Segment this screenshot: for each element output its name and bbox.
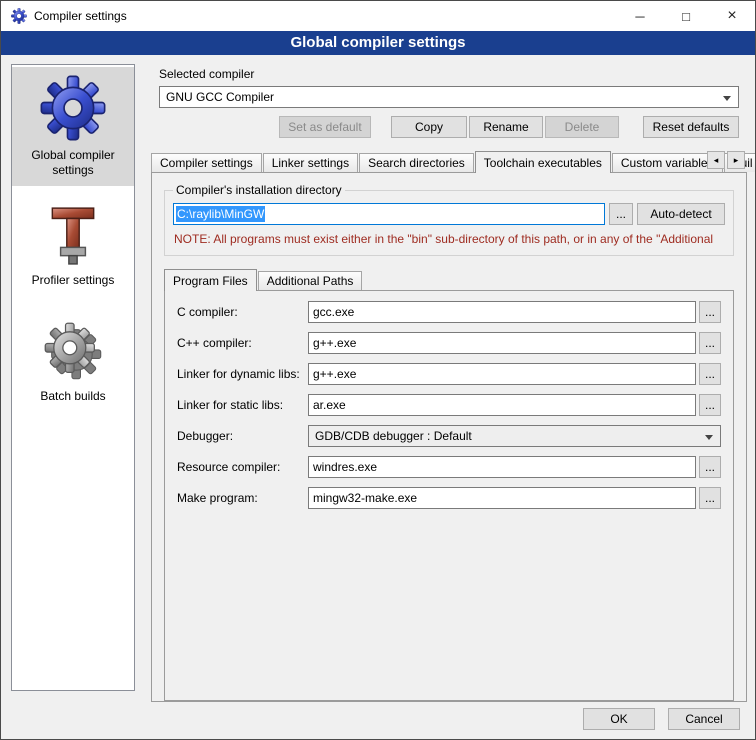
installation-directory-row: C:\raylib\MinGW ... Auto-detect — [173, 203, 725, 225]
toolchain-executables-panel: Compiler's installation directory C:\ray… — [151, 172, 747, 702]
reset-defaults-button[interactable]: Reset defaults — [643, 116, 739, 138]
scroll-left-icon[interactable]: ◂ — [707, 151, 725, 169]
install-dir-browse-button[interactable]: ... — [609, 203, 633, 225]
minimize-icon[interactable]: ─ — [617, 1, 663, 31]
cpp-compiler-browse-button[interactable]: ... — [699, 332, 721, 354]
debugger-value: GDB/CDB debugger : Default — [315, 429, 472, 443]
tab-program-files[interactable]: Program Files — [164, 269, 257, 291]
sidebar-item-label: Global compiler settings — [14, 148, 132, 178]
cpp-compiler-row: C++ compiler: ... — [177, 332, 721, 354]
main-content: Selected compiler GNU GCC Compiler Set a… — [151, 55, 747, 702]
clamp-icon — [14, 204, 132, 266]
sidebar-item-global-compiler-settings[interactable]: Global compiler settings — [12, 67, 134, 186]
static-linker-row: Linker for static libs: ... — [177, 394, 721, 416]
compiler-settings-dialog: Compiler settings ─ □ × Global compiler … — [0, 0, 756, 740]
tab-compiler-settings[interactable]: Compiler settings — [151, 153, 262, 172]
tab-scroll-buttons: ◂ ▸ — [707, 151, 745, 169]
auto-detect-button[interactable]: Auto-detect — [637, 203, 725, 225]
tab-toolchain-executables[interactable]: Toolchain executables — [475, 151, 611, 173]
compiler-actions: Set as default Copy Rename Delete Reset … — [279, 116, 739, 138]
scroll-right-icon[interactable]: ▸ — [727, 151, 745, 169]
cancel-button[interactable]: Cancel — [668, 708, 740, 730]
resource-compiler-row: Resource compiler: ... — [177, 456, 721, 478]
install-dir-input[interactable]: C:\raylib\MinGW — [173, 203, 605, 225]
sidebar-item-label: Profiler settings — [14, 273, 132, 288]
sidebar-item-label: Batch builds — [14, 389, 132, 404]
make-program-row: Make program: ... — [177, 487, 721, 509]
dynamic-linker-input[interactable] — [308, 363, 696, 385]
resource-compiler-browse-button[interactable]: ... — [699, 456, 721, 478]
dialog-body: Global compiler settings Profiler settin… — [1, 55, 755, 739]
copy-button[interactable]: Copy — [391, 116, 467, 138]
chevron-down-icon — [705, 435, 713, 440]
c-compiler-browse-button[interactable]: ... — [699, 301, 721, 323]
program-files-tab-strip: Program Files Additional Paths — [164, 269, 734, 290]
installation-directory-group: Compiler's installation directory C:\ray… — [164, 183, 734, 256]
dynamic-linker-browse-button[interactable]: ... — [699, 363, 721, 385]
c-compiler-row: C compiler: ... — [177, 301, 721, 323]
debugger-row: Debugger: GDB/CDB debugger : Default — [177, 425, 721, 447]
sidebar-item-profiler-settings[interactable]: Profiler settings — [12, 196, 134, 296]
ok-button[interactable]: OK — [583, 708, 655, 730]
dialog-footer: OK Cancel — [583, 708, 740, 730]
debugger-dropdown[interactable]: GDB/CDB debugger : Default — [308, 425, 721, 447]
tab-custom-variables[interactable]: Custom variables — [612, 153, 723, 172]
make-program-label: Make program: — [177, 491, 308, 505]
delete-button[interactable]: Delete — [545, 116, 619, 138]
install-dir-value: C:\raylib\MinGW — [176, 206, 265, 222]
app-gear-icon — [11, 8, 27, 24]
dynamic-linker-row: Linker for dynamic libs: ... — [177, 363, 721, 385]
resource-compiler-input[interactable] — [308, 456, 696, 478]
c-compiler-label: C compiler: — [177, 305, 308, 319]
tab-search-directories[interactable]: Search directories — [359, 153, 474, 172]
static-linker-browse-button[interactable]: ... — [699, 394, 721, 416]
settings-tab-strip: Compiler settings Linker settings Search… — [151, 151, 747, 172]
sidebar-item-batch-builds[interactable]: Batch builds — [12, 312, 134, 412]
cpp-compiler-label: C++ compiler: — [177, 336, 308, 350]
blue-gear-icon — [14, 75, 132, 141]
program-files-panel: C compiler: ... C++ compiler: ... Linker… — [164, 290, 734, 701]
installation-directory-title: Compiler's installation directory — [173, 183, 345, 197]
dialog-header: Global compiler settings — [1, 31, 755, 55]
maximize-icon[interactable]: □ — [663, 1, 709, 31]
chevron-down-icon — [723, 96, 731, 101]
close-icon[interactable]: × — [709, 1, 755, 31]
tab-additional-paths[interactable]: Additional Paths — [258, 271, 363, 290]
titlebar: Compiler settings ─ □ × — [1, 1, 755, 31]
tab-linker-settings[interactable]: Linker settings — [263, 153, 358, 172]
rename-button[interactable]: Rename — [469, 116, 543, 138]
debugger-label: Debugger: — [177, 429, 308, 443]
c-compiler-input[interactable] — [308, 301, 696, 323]
cpp-compiler-input[interactable] — [308, 332, 696, 354]
selected-compiler-label: Selected compiler — [159, 67, 739, 81]
sidebar: Global compiler settings Profiler settin… — [11, 64, 135, 691]
window-title: Compiler settings — [34, 9, 127, 23]
make-program-input[interactable] — [308, 487, 696, 509]
make-program-browse-button[interactable]: ... — [699, 487, 721, 509]
static-linker-label: Linker for static libs: — [177, 398, 308, 412]
static-linker-input[interactable] — [308, 394, 696, 416]
gray-gears-icon — [14, 320, 132, 382]
selected-compiler-dropdown[interactable]: GNU GCC Compiler — [159, 86, 739, 108]
set-as-default-button[interactable]: Set as default — [279, 116, 371, 138]
window-controls: ─ □ × — [617, 1, 755, 31]
resource-compiler-label: Resource compiler: — [177, 460, 308, 474]
selected-compiler-value: GNU GCC Compiler — [166, 90, 274, 104]
dynamic-linker-label: Linker for dynamic libs: — [177, 367, 308, 381]
bin-subdirectory-note: NOTE: All programs must exist either in … — [174, 232, 724, 246]
